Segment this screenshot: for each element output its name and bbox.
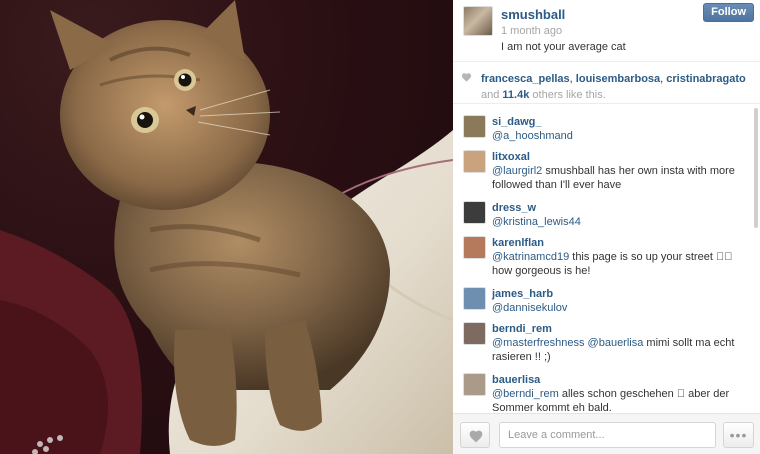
comment-username[interactable]: dress_w <box>492 201 760 215</box>
post-timestamp[interactable]: 1 month ago <box>501 25 562 37</box>
comment-text: @berndi_rem alles schon geschehen 􀀀 aber… <box>492 387 760 413</box>
likes-and: and <box>481 89 500 101</box>
cat-photo-icon <box>0 0 453 454</box>
comment-username[interactable]: james_harb <box>492 287 760 301</box>
mention-link[interactable]: @a_hooshmand <box>492 130 573 142</box>
comment-input[interactable] <box>499 422 716 448</box>
owner-avatar[interactable] <box>463 6 493 36</box>
commenter-avatar[interactable] <box>463 287 486 310</box>
commenter-avatar[interactable] <box>463 373 486 396</box>
comment-username[interactable]: berndi_rem <box>492 322 760 336</box>
likes-suffix: others like this. <box>532 89 606 101</box>
comment-text: @masterfreshness @bauerlisa mimi sollt m… <box>492 336 760 364</box>
post-sidebar: smushball 1 month ago I am not your aver… <box>453 0 760 454</box>
mention-link[interactable]: @masterfreshness <box>492 337 584 349</box>
list-item: litxoxal @laurgirl2 smushball has her ow… <box>453 150 760 192</box>
mention-link[interactable]: @bauerlisa <box>588 337 644 349</box>
commenter-avatar[interactable] <box>463 115 486 138</box>
commenter-avatar[interactable] <box>463 150 486 173</box>
mention-link[interactable]: @kristina_lewis44 <box>492 216 581 228</box>
comment-text: @a_hooshmand <box>492 129 760 143</box>
liker-link[interactable]: louisembarbosa <box>576 73 660 85</box>
post-caption: I am not your average cat <box>501 41 626 53</box>
mention-link[interactable]: @katrinamcd19 <box>492 251 569 263</box>
likes-summary: francesca_pellas, louisembarbosa, cristi… <box>453 62 760 104</box>
comment-username[interactable]: litxoxal <box>492 150 760 164</box>
heart-icon <box>469 430 483 443</box>
owner-username[interactable]: smushball <box>501 7 565 22</box>
mention-link[interactable]: @laurgirl2 <box>492 165 542 177</box>
heart-icon <box>461 73 472 82</box>
comment-text: @dannisekulov <box>492 301 760 315</box>
commenter-avatar[interactable] <box>463 201 486 224</box>
comment-text: @laurgirl2 smushball has her own insta w… <box>492 164 760 192</box>
commenter-avatar[interactable] <box>463 236 486 259</box>
liker-link[interactable]: cristinabragato <box>666 73 745 85</box>
comments-scrollbar[interactable] <box>754 108 758 228</box>
like-button[interactable] <box>460 422 490 448</box>
mention-link[interactable]: @berndi_rem <box>492 388 559 400</box>
mention-link[interactable]: @dannisekulov <box>492 302 567 314</box>
list-item: james_harb @dannisekulov <box>453 287 760 315</box>
more-options-button[interactable]: ••• <box>723 422 754 448</box>
list-item: dress_w @kristina_lewis44 <box>453 201 760 229</box>
comment-text: @kristina_lewis44 <box>492 215 760 229</box>
comment-text: @katrinamcd19 this page is so up your st… <box>492 250 760 278</box>
commenter-avatar[interactable] <box>463 322 486 345</box>
list-item: berndi_rem @masterfreshness @bauerlisa m… <box>453 322 760 364</box>
likes-count[interactable]: 11.4k <box>502 89 529 101</box>
list-item: karenlflan @katrinamcd19 this page is so… <box>453 236 760 278</box>
comment-username[interactable]: si_dawg_ <box>492 115 760 129</box>
comment-username[interactable]: karenlflan <box>492 236 760 250</box>
post-photo[interactable] <box>0 0 453 454</box>
post-header: smushball 1 month ago I am not your aver… <box>453 0 760 62</box>
comments-list[interactable]: si_dawg_ @a_hooshmand litxoxal @laurgirl… <box>453 104 760 413</box>
list-item: si_dawg_ @a_hooshmand <box>453 115 760 143</box>
follow-button[interactable]: Follow <box>703 3 754 22</box>
comment-username[interactable]: bauerlisa <box>492 373 760 387</box>
liker-link[interactable]: francesca_pellas <box>481 73 570 85</box>
comment-footer: ••• <box>453 413 760 454</box>
list-item: bauerlisa @berndi_rem alles schon gesche… <box>453 373 760 413</box>
